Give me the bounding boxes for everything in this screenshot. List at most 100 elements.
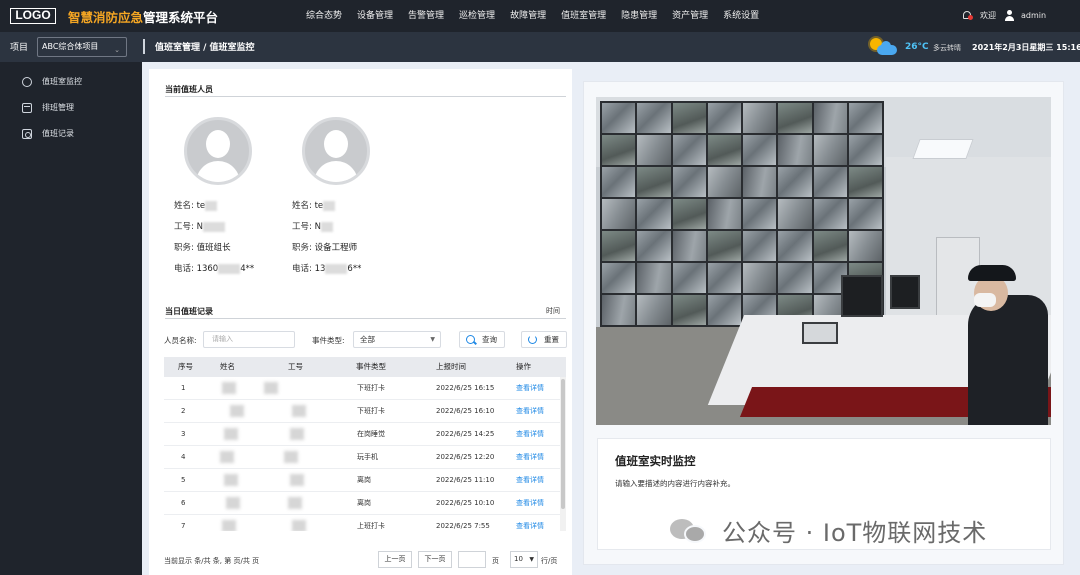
col-header: 上报时间 <box>436 362 466 371</box>
breadcrumb: 值班室管理 / 值班室监控 <box>155 43 255 53</box>
view-details-link[interactable]: 查看详情 <box>516 492 544 514</box>
top-bar: LOGO 智慧消防应急管理系统平台 综合态势 设备管理 告警管理 巡检管理 故障… <box>0 0 1080 32</box>
staff-id: 工号: N <box>292 220 333 232</box>
redacted-id <box>284 451 298 463</box>
guard-figure <box>968 295 1048 425</box>
sidebar-item-label: 值班室监控 <box>42 77 82 86</box>
row-time: 2022/6/25 7:55 <box>436 522 490 530</box>
refresh-icon <box>528 335 537 344</box>
time-label: 时间 <box>546 307 560 315</box>
table-row: 6 离岗 2022/6/25 10:10 查看详情 <box>164 492 560 515</box>
search-icon <box>466 335 475 344</box>
view-details-link[interactable]: 查看详情 <box>516 515 544 531</box>
chevron-down-icon: ⌄ <box>114 46 120 54</box>
app-title-accent: 智慧消防应急 <box>68 10 144 25</box>
wechat-icon <box>670 517 710 543</box>
username[interactable]: admin <box>1021 0 1046 32</box>
col-header: 序号 <box>178 362 193 371</box>
row-type: 玩手机 <box>357 453 378 461</box>
records-title: 当日值班记录 <box>165 307 213 316</box>
staff-name: 姓名: te <box>174 199 218 211</box>
view-details-link[interactable]: 查看详情 <box>516 423 544 445</box>
main-nav: 综合态势 设备管理 告警管理 巡检管理 故障管理 值班室管理 隐患管理 资产管理… <box>306 0 774 32</box>
search-button[interactable]: 查询 <box>459 331 505 348</box>
staff-phone: 电话: 13 6** <box>292 263 362 274</box>
page-unit: 页 <box>492 557 499 565</box>
logo: LOGO <box>10 8 56 24</box>
nav-item-duty-room[interactable]: 值班室管理 <box>561 0 606 32</box>
row-time: 2022/6/25 14:25 <box>436 430 495 438</box>
col-header: 工号 <box>288 362 303 371</box>
table-row: 5 离岗 2022/6/25 11:10 查看详情 <box>164 469 560 492</box>
nav-item-faults[interactable]: 故障管理 <box>510 0 546 32</box>
record-icon <box>22 129 32 139</box>
col-header: 操作 <box>516 362 531 371</box>
redacted-name <box>224 474 238 486</box>
type-filter-label: 事件类型: <box>312 336 345 345</box>
staff-id: 工号: N <box>174 220 225 232</box>
sidebar-item-label: 排班管理 <box>42 103 74 112</box>
nav-item-devices[interactable]: 设备管理 <box>357 0 393 32</box>
type-filter-select[interactable]: 全部 ▼ <box>353 331 441 348</box>
reset-button-label: 重置 <box>544 335 559 344</box>
user-icon[interactable] <box>1005 10 1014 21</box>
reset-button[interactable]: 重置 <box>521 331 567 348</box>
name-filter-input[interactable]: 请输入 <box>203 331 295 348</box>
realtime-title: 值班室实时监控 <box>615 454 696 468</box>
nav-item-hazards[interactable]: 隐患管理 <box>621 0 657 32</box>
row-time: 2022/6/25 10:10 <box>436 499 495 507</box>
project-select-value: ABC综合体项目 <box>42 42 99 51</box>
table-scrollbar[interactable] <box>560 377 566 531</box>
redacted-name <box>226 497 240 509</box>
view-details-link[interactable]: 查看详情 <box>516 377 544 399</box>
view-details-link[interactable]: 查看详情 <box>516 469 544 491</box>
redacted-name <box>224 428 238 440</box>
col-header: 事件类型 <box>356 362 386 371</box>
row-type: 离岗 <box>357 499 371 507</box>
view-details-link[interactable]: 查看详情 <box>516 400 544 422</box>
page-size-select[interactable]: 10 ▼ <box>510 551 538 568</box>
bell-icon[interactable] <box>962 10 973 21</box>
desk-phone <box>802 322 838 344</box>
divider <box>165 96 566 97</box>
redacted-id <box>292 520 306 531</box>
redacted-id <box>292 405 306 417</box>
desk-monitor <box>841 275 883 317</box>
nav-item-overview[interactable]: 综合态势 <box>306 0 342 32</box>
prev-page-button[interactable]: 上一页 <box>378 551 412 568</box>
table-row: 7 上班打卡 2022/6/25 7:55 查看详情 <box>164 515 560 531</box>
table-row: 4 玩手机 2022/6/25 12:20 查看详情 <box>164 446 560 469</box>
temperature: 26°C <box>905 42 929 52</box>
sub-bar: 项目 ABC综合体项目 ⌄ 值班室管理 / 值班室监控 26°C 多云转晴 202… <box>0 32 1080 62</box>
project-select[interactable]: ABC综合体项目 ⌄ <box>37 37 127 57</box>
page-number-input[interactable] <box>458 551 486 568</box>
next-page-button[interactable]: 下一页 <box>418 551 452 568</box>
realtime-description: 请输入要描述的内容进行内容补充。 <box>615 479 735 488</box>
nav-item-settings[interactable]: 系统设置 <box>723 0 759 32</box>
redacted-id <box>288 497 302 509</box>
avatar <box>184 117 252 185</box>
divider <box>143 39 145 54</box>
type-filter-value: 全部 <box>360 335 375 344</box>
desk-monitor <box>890 275 920 309</box>
row-no: 3 <box>181 430 186 438</box>
row-time: 2022/6/25 11:10 <box>436 476 495 484</box>
redacted-id <box>290 474 304 486</box>
nav-item-assets[interactable]: 资产管理 <box>672 0 708 32</box>
col-header: 姓名 <box>220 362 235 371</box>
sidebar: 值班室监控 排班管理 值班记录 <box>0 62 142 575</box>
nav-item-alarms[interactable]: 告警管理 <box>408 0 444 32</box>
name-filter-placeholder: 请输入 <box>212 335 233 343</box>
nav-item-inspection[interactable]: 巡检管理 <box>459 0 495 32</box>
view-details-link[interactable]: 查看详情 <box>516 446 544 468</box>
redacted-id <box>290 428 304 440</box>
staff-role: 职务: 设备工程师 <box>292 243 358 253</box>
chevron-down-icon: ▼ <box>430 336 435 343</box>
redacted-name <box>222 520 236 531</box>
row-no: 1 <box>181 384 186 392</box>
scrollbar-thumb[interactable] <box>561 379 565 509</box>
divider <box>165 318 566 319</box>
redacted-name <box>230 405 244 417</box>
calendar-icon <box>22 103 32 113</box>
project-label: 项目 <box>10 43 29 53</box>
